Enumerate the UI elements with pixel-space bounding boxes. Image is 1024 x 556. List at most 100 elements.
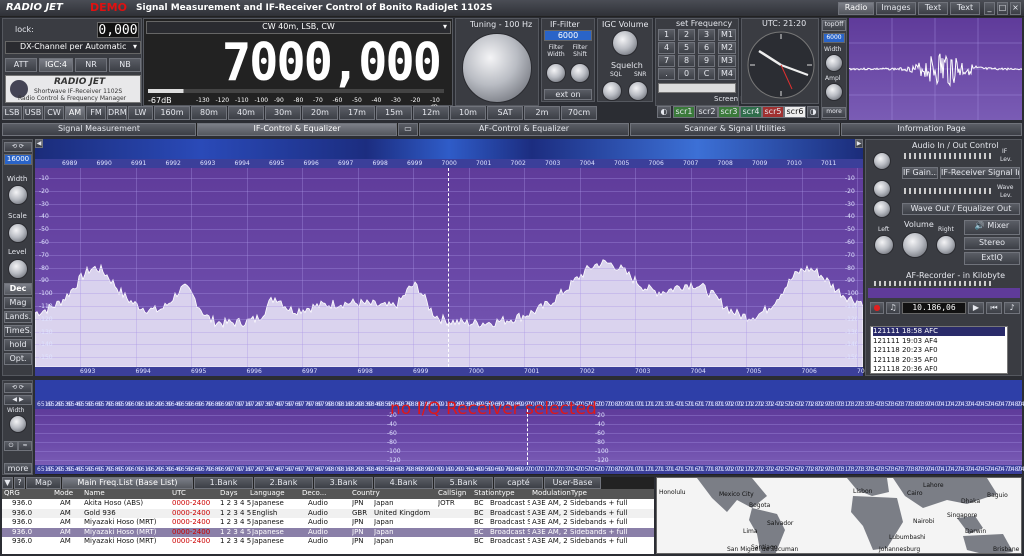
- filter-width-knob[interactable]: [546, 63, 566, 83]
- ext-on-button[interactable]: ext on: [544, 89, 592, 100]
- freqlist-header-1[interactable]: Mode: [54, 489, 80, 497]
- scope-more-button[interactable]: more: [822, 107, 846, 118]
- scroll-right-icon[interactable]: ▶: [855, 139, 863, 148]
- filter-icon[interactable]: ▼: [2, 477, 13, 489]
- freqlist-header-5[interactable]: Language: [250, 489, 300, 497]
- freqlist-header-10[interactable]: ModulationType: [532, 489, 652, 497]
- band-40m-button[interactable]: 40m: [228, 106, 264, 120]
- keypad-key-C[interactable]: C: [698, 68, 715, 80]
- band-lw-button[interactable]: LW: [128, 106, 153, 120]
- freqlist-tab-1[interactable]: Main Freq.List (Base List): [62, 477, 193, 489]
- tab-window-icon[interactable]: ▭: [398, 123, 418, 136]
- keypad-key-4[interactable]: 4: [658, 42, 675, 54]
- tab-radio[interactable]: Radio: [838, 2, 874, 15]
- wave-out-button[interactable]: Wave Out / Equalizer Out: [902, 203, 1020, 215]
- band-2m-button[interactable]: 2m: [524, 106, 560, 120]
- freqlist-tab-6[interactable]: 5.Bank: [434, 477, 493, 489]
- band-drm-button[interactable]: DRM: [107, 106, 127, 120]
- band-80m-button[interactable]: 80m: [191, 106, 227, 120]
- frequency-display[interactable]: 7000,000: [222, 33, 442, 93]
- extiq-button[interactable]: ExtIQ: [964, 252, 1020, 265]
- band-12m-button[interactable]: 12m: [413, 106, 449, 120]
- keypad-key-6[interactable]: 6: [698, 42, 715, 54]
- freqlist-header-9[interactable]: Stationtype: [474, 489, 530, 497]
- recording-file[interactable]: 121111 18:58 AFC: [873, 327, 1005, 336]
- stereo-button[interactable]: Stereo: [964, 237, 1020, 250]
- scr6-button[interactable]: scr6: [784, 106, 806, 118]
- wave-knob[interactable]: [873, 180, 891, 198]
- tab-af-control[interactable]: AF-Control & Equalizer: [419, 123, 629, 136]
- tab-signal-measurement[interactable]: Signal Measurement: [2, 123, 196, 136]
- band-lsb-button[interactable]: LSB: [2, 106, 22, 120]
- keypad-key-3[interactable]: 3: [698, 29, 715, 41]
- band-am-button[interactable]: AM: [65, 106, 85, 120]
- left-knob[interactable]: [874, 235, 894, 255]
- world-map[interactable]: Honolulu Mexico City Bogota Salvador Lima San…: [656, 477, 1022, 554]
- freqlist-tab-0[interactable]: Map: [26, 477, 61, 489]
- waterfall[interactable]: [35, 139, 863, 159]
- volume-knob[interactable]: [902, 232, 928, 258]
- scr4-button[interactable]: scr4: [740, 106, 762, 118]
- tab-information[interactable]: Information Page: [841, 123, 1022, 136]
- options-button[interactable]: Opt.: [4, 353, 32, 365]
- freqlist-header-6[interactable]: Deco...: [302, 489, 350, 497]
- freqlist-header-2[interactable]: Name: [84, 489, 170, 497]
- recording-file[interactable]: 121111 19:03 AF4: [873, 337, 1005, 346]
- keypad-key-0[interactable]: 0: [678, 68, 695, 80]
- spectrum-plot[interactable]: -10 -10 -20 -20 -30 -30 -40 -40 -50 -50 -60 -60 -70 -…: [35, 168, 863, 367]
- freqlist-header-3[interactable]: UTC: [172, 489, 218, 497]
- record-button[interactable]: ●: [870, 302, 884, 314]
- contrast-icon[interactable]: ◑: [807, 106, 819, 118]
- iq-width-knob[interactable]: [9, 415, 27, 433]
- recording-file[interactable]: 121118 20:36 AF0: [873, 365, 1005, 374]
- scope-ampl-knob[interactable]: [825, 83, 843, 101]
- keypad-key-9[interactable]: 9: [698, 55, 715, 67]
- freqlist-tab-5[interactable]: 4.Bank: [374, 477, 433, 489]
- scr1-button[interactable]: scr1: [673, 106, 695, 118]
- iq-mode-icon[interactable]: ≈: [18, 441, 32, 451]
- band-15m-button[interactable]: 15m: [376, 106, 412, 120]
- zoom-icon[interactable]: ⟲ ⟳: [4, 142, 32, 152]
- recording-list[interactable]: 121111 18:58 AFC 121111 19:03 AF4 121118 2…: [870, 326, 1008, 374]
- keypad-key-M4[interactable]: M4: [718, 68, 736, 80]
- scr2-button[interactable]: scr2: [696, 106, 718, 118]
- keypad-key-2[interactable]: 2: [678, 29, 695, 41]
- freqlist-tab-8[interactable]: User-Base: [544, 477, 601, 489]
- scr3-button[interactable]: scr3: [718, 106, 740, 118]
- band-160m-button[interactable]: 160m: [154, 106, 190, 120]
- scope-value[interactable]: 6000: [823, 33, 845, 43]
- keypad-key-8[interactable]: 8: [678, 55, 695, 67]
- frequency-entry[interactable]: [658, 83, 736, 93]
- iq-arrows-icon[interactable]: ◀ ▶: [4, 395, 32, 405]
- freq-list[interactable]: QRG Mode Name UTC Days Language Deco... Country…: [2, 489, 654, 554]
- band-sat-button[interactable]: SAT: [487, 106, 523, 120]
- band-30m-button[interactable]: 30m: [265, 106, 301, 120]
- sql-knob[interactable]: [602, 81, 622, 101]
- if-signal-button[interactable]: IF-Receiver Signal In: [940, 167, 1020, 179]
- keypad-key-1[interactable]: 1: [658, 29, 675, 41]
- keypad-key-7[interactable]: 7: [658, 55, 675, 67]
- aux-knob[interactable]: [873, 200, 891, 218]
- scr5-button[interactable]: scr5: [762, 106, 784, 118]
- tab-if-control[interactable]: IF-Control & Equalizer: [197, 123, 397, 136]
- att-button[interactable]: ATT: [5, 58, 37, 72]
- dec-button[interactable]: Dec: [4, 283, 32, 295]
- igc-button[interactable]: IGC:4: [39, 58, 73, 72]
- tab-text-1[interactable]: Text: [918, 2, 948, 15]
- lock-display[interactable]: 0,000: [97, 22, 139, 38]
- freqlist-header-8[interactable]: CallSign: [438, 489, 472, 497]
- band-fm-button[interactable]: FM: [86, 106, 106, 120]
- band-usb-button[interactable]: USB: [23, 106, 43, 120]
- topoff-button[interactable]: topOff: [822, 20, 846, 31]
- iq-more-button[interactable]: more: [4, 463, 32, 474]
- band-cw-button[interactable]: CW: [44, 106, 64, 120]
- keypad-key-M1[interactable]: M1: [718, 29, 736, 41]
- tab-scanner[interactable]: Scanner & Signal Utilities: [630, 123, 840, 136]
- freqlist-tab-7[interactable]: capté: [494, 477, 543, 489]
- band-20m-button[interactable]: 20m: [302, 106, 338, 120]
- band-17m-button[interactable]: 17m: [339, 106, 375, 120]
- file-button[interactable]: ♫: [886, 302, 900, 314]
- iq-zoom-icon[interactable]: ⟲ ⟳: [4, 383, 32, 393]
- if-knob[interactable]: [873, 152, 891, 170]
- freqlist-header-4[interactable]: Days: [220, 489, 250, 497]
